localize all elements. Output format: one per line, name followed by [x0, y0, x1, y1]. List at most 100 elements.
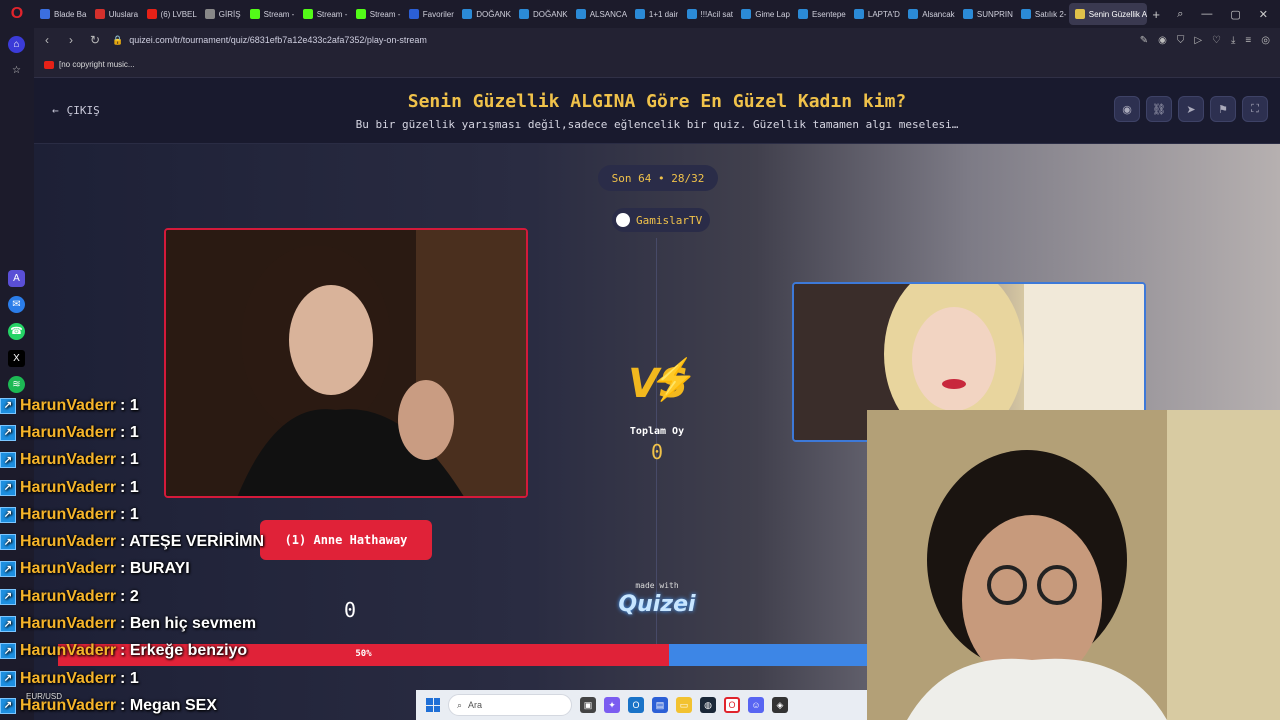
- close-button[interactable]: ✕: [1259, 8, 1268, 21]
- eye-icon[interactable]: ◉: [1114, 96, 1140, 122]
- youtube-icon: [44, 60, 54, 69]
- chat-message: ↗ HarunVaderr: 1: [0, 419, 270, 446]
- send-icon[interactable]: ➤: [1178, 96, 1204, 122]
- bookmark-item[interactable]: [no copyright music...: [59, 60, 135, 69]
- whatsapp-icon[interactable]: ☎: [8, 323, 25, 340]
- chat-username: HarunVaderr: [20, 505, 117, 523]
- reload-icon[interactable]: ↻: [88, 33, 102, 47]
- windows-taskbar: ⌕ Ara ▣ ✦ O ▤ ▭ ◍ O ☺ ◈: [416, 690, 867, 720]
- tab-14[interactable]: Esentepe: [792, 3, 848, 25]
- spotify-icon[interactable]: ≋: [8, 376, 25, 393]
- menu-icon[interactable]: ≡: [1245, 35, 1251, 46]
- chat-text: : 1: [120, 396, 139, 414]
- tab-0[interactable]: Blade Ba: [34, 3, 89, 25]
- app-icon[interactable]: ◈: [772, 697, 788, 713]
- opera-logo-icon[interactable]: O: [0, 0, 34, 28]
- tab-15[interactable]: LAPTA'D: [848, 3, 902, 25]
- tab-12[interactable]: !!!Acil sat: [681, 3, 736, 25]
- aria-icon[interactable]: A: [8, 270, 25, 287]
- total-votes-value: 0: [650, 440, 664, 464]
- task-view-icon[interactable]: ▣: [580, 697, 596, 713]
- minimize-button[interactable]: —: [1201, 8, 1212, 21]
- tab-label: SUNPRIN: [976, 9, 1013, 19]
- app-icon: [408, 9, 419, 19]
- kick-icon: [355, 9, 366, 19]
- tab-7[interactable]: Favoriler: [403, 3, 456, 25]
- tab-18[interactable]: Satılık 2-: [1015, 3, 1069, 25]
- link-icon[interactable]: ⛓: [1146, 96, 1172, 122]
- forward-icon[interactable]: ›: [64, 33, 78, 47]
- chat-username: HarunVaderr: [20, 533, 117, 551]
- download-icon[interactable]: ⤓: [1231, 35, 1235, 46]
- search-icon[interactable]: ⌕: [1177, 8, 1183, 21]
- shield-icon[interactable]: ⛉: [1177, 35, 1185, 46]
- opera-icon[interactable]: O: [724, 697, 740, 713]
- tab-1[interactable]: Uluslara: [89, 3, 141, 25]
- x-icon[interactable]: X: [8, 350, 25, 367]
- left-choice-button[interactable]: (1) Anne Hathaway: [260, 520, 432, 560]
- browser-tabbar: O Blade Ba Uluslara (6) LVBEL GİRİŞ Stream -…: [0, 0, 1280, 28]
- fullscreen-icon[interactable]: ⛶: [1242, 96, 1268, 122]
- windows-start-icon[interactable]: [426, 698, 440, 712]
- url-field[interactable]: 🔒 quizei.com/tr/tournament/quiz/6831efb7…: [112, 35, 1130, 46]
- tab-19[interactable]: Senin Güzellik A: [1068, 3, 1148, 25]
- copilot-icon[interactable]: ✦: [604, 697, 620, 713]
- chat-username: HarunVaderr: [20, 642, 117, 660]
- avatar: [616, 213, 630, 227]
- heart-icon[interactable]: ♡: [1212, 35, 1221, 46]
- app-icon: [908, 9, 919, 19]
- chat-username: HarunVaderr: [20, 669, 117, 687]
- tab-9[interactable]: DOĞANK: [513, 3, 570, 25]
- chat-username: HarunVaderr: [20, 451, 117, 469]
- discord-icon[interactable]: ☺: [748, 697, 764, 713]
- tab-8[interactable]: DOĞANK: [456, 3, 513, 25]
- tab-11[interactable]: 1+1 dair: [629, 3, 681, 25]
- tab-label: LAPTA'D: [867, 9, 900, 19]
- chat-username: HarunVaderr: [20, 423, 117, 441]
- star-icon[interactable]: ☆: [8, 62, 25, 79]
- chat-badge-icon: ↗: [0, 397, 16, 414]
- new-tab-button[interactable]: +: [1147, 7, 1165, 22]
- webcam-feed: [867, 410, 1280, 720]
- tab-10[interactable]: ALSANCA: [570, 3, 629, 25]
- tab-4[interactable]: Stream -: [244, 3, 297, 25]
- kick-icon: [302, 9, 313, 19]
- app-icon: [1020, 9, 1031, 19]
- tab-label: Gime Lap: [755, 9, 790, 19]
- tab-strip: Blade Ba Uluslara (6) LVBEL GİRİŞ Stream - St…: [34, 0, 1148, 28]
- messenger-icon[interactable]: ✉: [8, 296, 25, 313]
- edit-icon[interactable]: ✎: [1140, 35, 1148, 46]
- tab-label: Stream -: [369, 9, 401, 19]
- tab-3[interactable]: GİRİŞ: [199, 3, 244, 25]
- camera-icon[interactable]: ◉: [1158, 35, 1167, 46]
- play-icon[interactable]: ▷: [1194, 35, 1202, 46]
- app-icon: [741, 9, 752, 19]
- round-indicator: Son 64 • 28/32: [598, 165, 718, 191]
- tab-2[interactable]: (6) LVBEL: [141, 3, 199, 25]
- app-icon: [962, 9, 973, 19]
- chat-text: : Erkeğe benziyo: [120, 642, 248, 660]
- kick-icon: [249, 9, 260, 19]
- chat-text: : 1: [120, 423, 139, 441]
- tab-13[interactable]: Gime Lap: [735, 3, 792, 25]
- flag-icon[interactable]: ⚑: [1210, 96, 1236, 122]
- search-placeholder: Ara: [468, 700, 483, 710]
- outlook-icon[interactable]: O: [628, 697, 644, 713]
- taskbar-search[interactable]: ⌕ Ara: [448, 694, 572, 716]
- tab-5[interactable]: Stream -: [297, 3, 350, 25]
- app-icon: [853, 9, 864, 19]
- folder-icon[interactable]: ▭: [676, 697, 692, 713]
- chat-badge-icon: ↗: [0, 588, 16, 605]
- youtube-icon: [146, 9, 157, 19]
- maximize-button[interactable]: ▢: [1230, 8, 1240, 21]
- app-icon: [1074, 9, 1085, 19]
- tab-17[interactable]: SUNPRIN: [957, 3, 1015, 25]
- tab-6[interactable]: Stream -: [350, 3, 403, 25]
- profile-icon[interactable]: ◎: [1261, 35, 1270, 46]
- store-icon[interactable]: ▤: [652, 697, 668, 713]
- steam-icon[interactable]: ◍: [700, 697, 716, 713]
- tab-16[interactable]: Alsancak: [902, 3, 957, 25]
- address-actions: ✎ ◉ ⛉ ▷ ♡ ⤓ ≡ ◎: [1140, 35, 1274, 46]
- back-icon[interactable]: ‹: [40, 33, 54, 47]
- home-icon[interactable]: ⌂: [8, 36, 25, 53]
